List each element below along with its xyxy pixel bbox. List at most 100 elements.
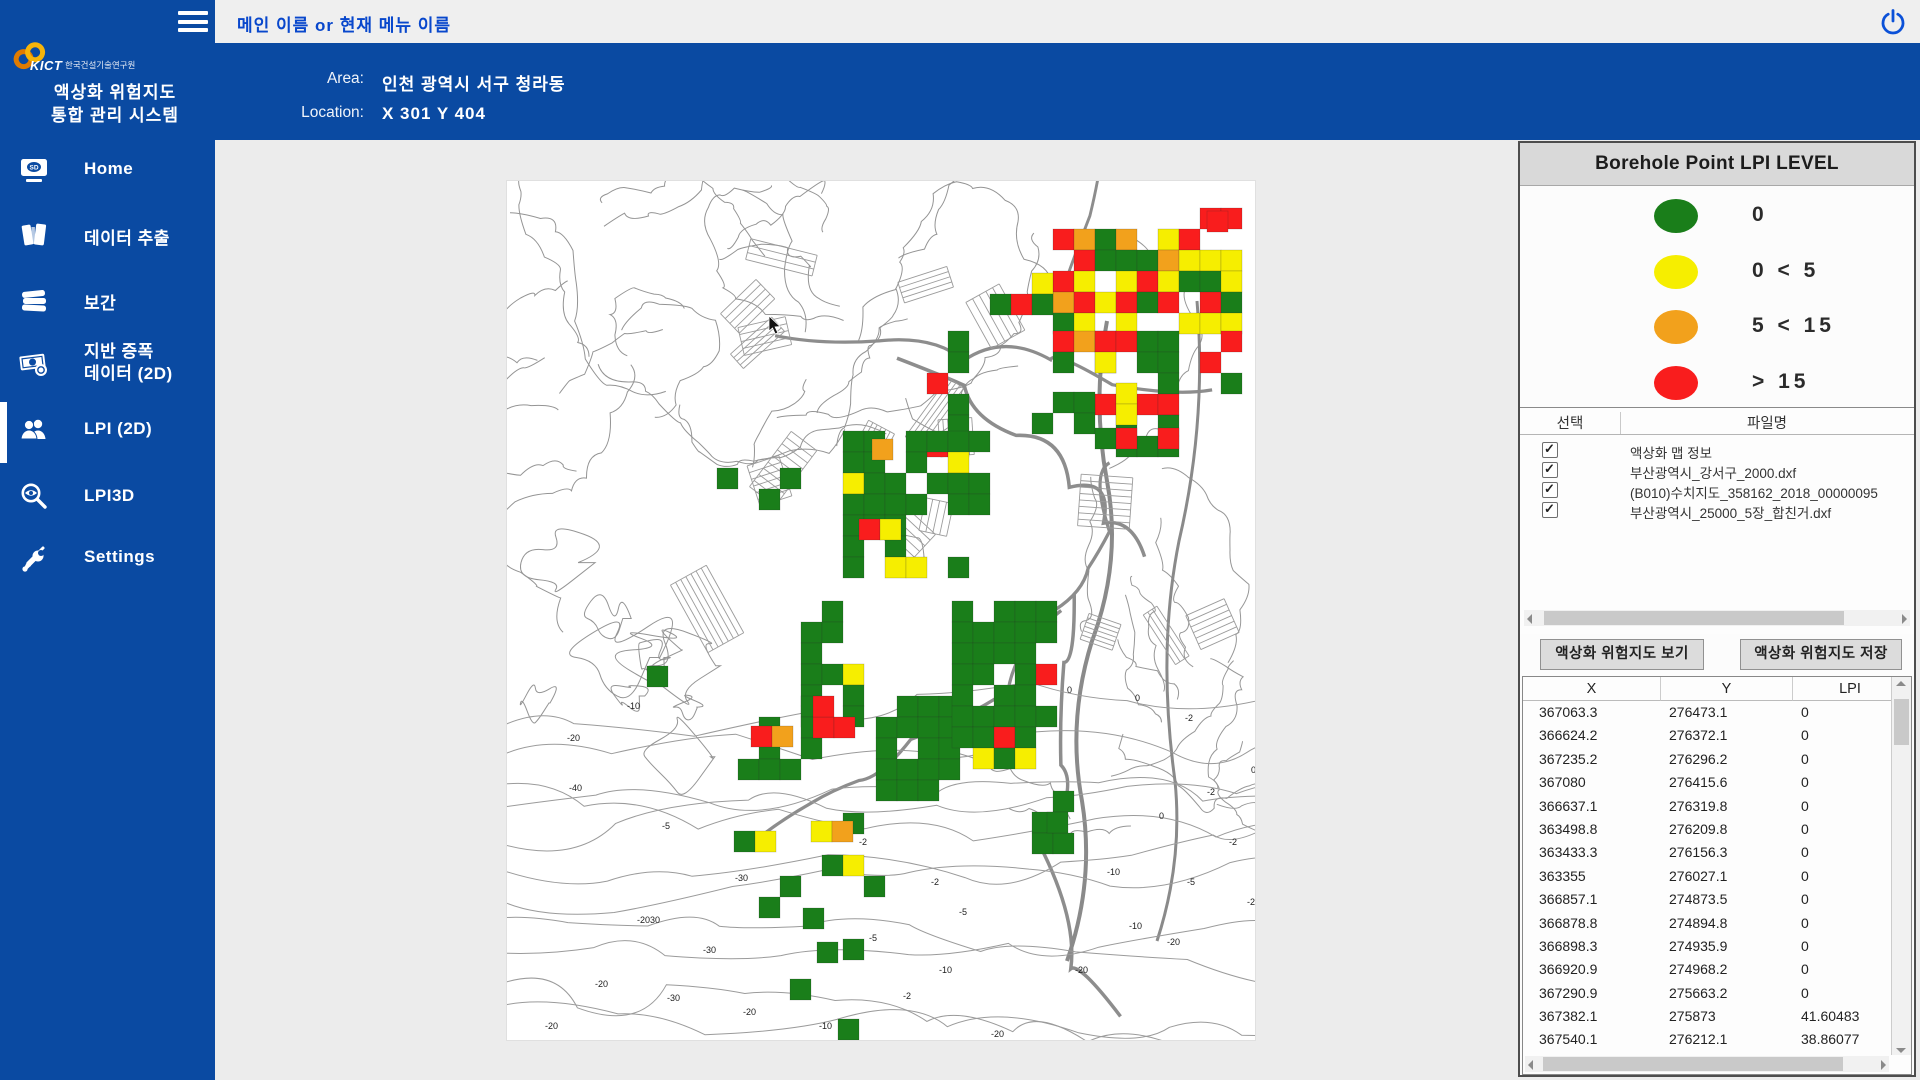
app-title-line2: 통합 관리 시스템 [40,101,190,126]
svg-text:-10: -10 [1129,921,1142,931]
table-cell: 367382.1 [1539,1008,1597,1024]
legend-row: 0 [1520,198,1914,234]
table-row[interactable]: 367290.9275663.20 [1523,983,1891,1006]
table-cell: 276473.1 [1669,704,1727,720]
table-cell: 276319.8 [1669,798,1727,814]
checkbox-checked[interactable] [1542,502,1558,518]
table-row[interactable]: 367382.127587341.60483 [1523,1006,1891,1029]
scroll-down-arrow[interactable] [1892,1039,1911,1055]
table-row[interactable]: 367235.2276296.20 [1523,749,1891,772]
legend-row: > 15 [1520,365,1914,401]
table-row[interactable]: 363433.3276156.30 [1523,842,1891,865]
file-row[interactable]: 부산광역시_25000_5장_합친거.dxf [1520,500,1914,520]
save-riskmap-button[interactable]: 액상화 위험지도 저장 [1740,639,1902,670]
file-name: 부산광역시_25000_5장_합친거.dxf [1630,502,1831,522]
svg-text:-10: -10 [627,701,640,711]
location-value: X 301 Y 404 [382,104,486,124]
scroll-left-arrow[interactable] [1528,1060,1533,1070]
table-cell: 367063.3 [1539,704,1597,720]
view-riskmap-button[interactable]: 액상화 위험지도 보기 [1540,639,1704,670]
scroll-up-arrow[interactable] [1892,677,1911,693]
area-label: Area: [224,70,364,88]
svg-text:0: 0 [1251,765,1255,775]
table-row[interactable]: 366624.2276372.10 [1523,725,1891,748]
file-list-horizontal-scrollbar[interactable] [1524,610,1910,626]
svg-text:-20: -20 [567,733,580,743]
app-window: { "topbar": { "menu_title": "메인 이름 or 현재… [0,0,1920,1080]
table-cell: 274968.2 [1669,961,1727,977]
sidebar-item-home[interactable]: SD Home [0,147,215,193]
legend-row: 5 < 15 [1520,309,1914,345]
table-cell: 38.86077 [1801,1031,1859,1047]
scroll-right-arrow[interactable] [1881,1060,1886,1070]
table-row[interactable]: 366898.3274935.90 [1523,936,1891,959]
legend-label: > 15 [1752,370,1809,394]
sidebar-item-interpolation[interactable]: 보간 [0,277,215,323]
risk-map[interactable]: -20-10-40-5-30-2030-30-20-30-20-20-10-10… [506,180,1256,1041]
svg-text:-20: -20 [1075,965,1088,975]
table-cell: 0 [1801,798,1809,814]
table-row[interactable]: 366857.1274873.50 [1523,889,1891,912]
power-button[interactable] [1878,7,1908,37]
svg-text:-2: -2 [1207,787,1215,797]
table-cell: 275873 [1669,1008,1716,1024]
hamburger-menu-icon[interactable] [178,11,208,35]
sidebar-item-label: Settings [84,547,155,567]
table-cell: 366624.2 [1539,727,1597,743]
sidebar-item-lpi3d[interactable]: LPI3D [0,474,215,520]
sidebar-item-settings[interactable]: Settings [0,535,215,581]
sidebar-item-lpi-2d[interactable]: LPI (2D) [0,407,215,453]
table-row[interactable]: 367063.3 276473.1 0 [1523,702,1891,725]
table-row[interactable]: 363355276027.10 [1523,866,1891,889]
table-row[interactable]: 367540.1 276212.1 38.86077 [1523,1029,1891,1052]
table-row[interactable]: 367080276415.60 [1523,772,1891,795]
table-cell: 363355 [1539,868,1586,884]
table-cell: 276027.1 [1669,868,1727,884]
sidebar-item-ground-amplification[interactable]: 지반 증폭 데이터 (2D) [0,335,215,391]
table-vertical-scrollbar[interactable] [1891,677,1911,1055]
table-cell: 363433.3 [1539,844,1597,860]
table-cell: 367080 [1539,774,1586,790]
svg-text:-2: -2 [1185,713,1193,723]
table-cell: 276212.1 [1669,1031,1727,1047]
panel-title: Borehole Point LPI LEVEL [1520,143,1914,186]
table-row[interactable]: 366637.1276319.80 [1523,796,1891,819]
svg-text:-5: -5 [1187,877,1195,887]
risk-map-canvas: -20-10-40-5-30-2030-30-20-30-20-20-10-10… [507,181,1255,1040]
file-row[interactable]: (B010)수치지도_358162_2018_00000095 [1520,480,1914,500]
scroll-left-arrow[interactable] [1527,614,1532,624]
scrollbar-thumb[interactable] [1543,1057,1843,1071]
checkbox-checked[interactable] [1542,482,1558,498]
kict-logo: KICT 한국건설기술연구원 [8,42,208,72]
checkbox-checked[interactable] [1542,442,1558,458]
checkbox-checked[interactable] [1542,462,1558,478]
svg-text:-30: -30 [703,945,716,955]
file-row[interactable]: 액상화 맵 정보 [1520,440,1914,460]
table-horizontal-scrollbar[interactable] [1525,1056,1889,1072]
svg-text:-2: -2 [1229,837,1237,847]
table-cell: 0 [1801,704,1809,720]
table-cell: 363498.8 [1539,821,1597,837]
file-name: (B010)수치지도_358162_2018_00000095 [1630,482,1878,502]
table-cell: 0 [1801,985,1809,1001]
scrollbar-thumb[interactable] [1894,699,1909,745]
scrollbar-thumb[interactable] [1544,611,1844,625]
column-header-x[interactable]: X [1523,677,1661,701]
sidebar-item-data-extract[interactable]: 데이터 추출 [0,212,215,258]
table-cell: 367540.1 [1539,1031,1597,1047]
lpi-table: X Y LPI 367063.3 276473.1 0 366624.2276372.… [1522,676,1912,1075]
table-row[interactable]: 366920.9274968.20 [1523,959,1891,982]
column-header-lpi[interactable]: LPI [1793,677,1893,701]
table-cell: 0 [1801,844,1809,860]
legend-label: 5 < 15 [1752,314,1835,338]
table-row[interactable]: 363498.8276209.80 [1523,819,1891,842]
users-icon [18,414,50,446]
table-row[interactable]: 366878.8274894.80 [1523,913,1891,936]
svg-text:-2: -2 [1247,897,1255,907]
table-cell: 276209.8 [1669,821,1727,837]
column-header-y[interactable]: Y [1661,677,1793,701]
table-cell: 274873.5 [1669,891,1727,907]
scroll-right-arrow[interactable] [1902,614,1907,624]
file-row[interactable]: 부산광역시_강서구_2000.dxf [1520,460,1914,480]
table-cell: 0 [1801,961,1809,977]
